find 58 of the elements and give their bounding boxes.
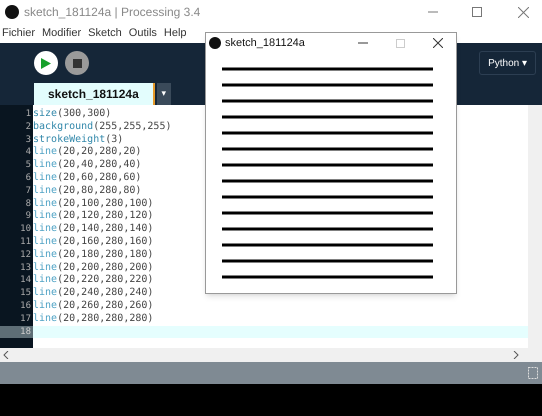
line-number: 11 [19, 236, 32, 249]
close-icon[interactable] [433, 38, 443, 48]
line-number: 8 [24, 198, 32, 210]
code-line: line(20,260,280,260) [33, 300, 154, 313]
code-line: line(20,120,280,120) [33, 210, 154, 223]
console-icon[interactable] [528, 367, 538, 379]
line-number: 16 [19, 300, 32, 313]
run-button[interactable] [34, 51, 58, 75]
scroll-left-icon[interactable] [3, 351, 9, 359]
play-icon [41, 58, 51, 68]
code-line: strokeWeight(3) [33, 134, 124, 146]
menu-item[interactable]: Sketch [88, 25, 122, 42]
code-line: line(20,80,280,80) [33, 184, 142, 198]
code-line: line(20,140,280,140) [33, 223, 154, 236]
vertical-scrollbar[interactable] [528, 105, 542, 348]
code-line: size(300,300) [33, 108, 112, 121]
maximize-icon[interactable] [472, 7, 482, 17]
line-number: 14 [19, 274, 32, 288]
code-line: line(20,20,280,20) [33, 146, 142, 159]
horizontal-scrollbar[interactable] [0, 348, 542, 362]
code-line: line(20,240,280,240) [33, 287, 154, 300]
line-number: 17 [19, 312, 32, 326]
code-line: line(20,180,280,180) [33, 248, 154, 262]
line-number: 4 [24, 146, 32, 160]
mode-button[interactable]: Python ▾ [479, 51, 536, 75]
app-logo-icon [5, 5, 19, 19]
tab-menu-button[interactable]: ▾ [156, 83, 171, 105]
line-number: 15 [19, 287, 32, 300]
line-number: 5 [24, 159, 32, 172]
stop-icon [72, 58, 82, 68]
sketch-logo-icon [209, 37, 221, 49]
sketch-window-title: sketch_181124a [225, 36, 305, 51]
line-number: 10 [19, 223, 32, 236]
code-line: line(20,160,280,160) [33, 236, 154, 249]
menu-item[interactable]: Help [164, 25, 187, 42]
code-line: line(20,40,280,40) [33, 159, 142, 172]
code-line: line(20,200,280,200) [33, 262, 154, 274]
code-line: line(20,220,280,220) [33, 274, 154, 287]
menu-item[interactable]: Modifier [42, 25, 82, 42]
line-number: 13 [19, 262, 32, 274]
code-line: line(20,60,280,60) [33, 172, 142, 185]
menu-item[interactable]: Fichier [2, 25, 36, 42]
line-number: 12 [19, 248, 32, 262]
line-number: 18 [0, 326, 33, 338]
line-number: 9 [24, 210, 32, 224]
code-line: line(20,280,280,280) [33, 312, 154, 326]
code-line: background(255,255,255) [33, 120, 172, 134]
line-number: 2 [24, 120, 32, 134]
line-number: 6 [24, 172, 32, 185]
line-number: 7 [24, 184, 32, 198]
code-line: line(20,100,280,100) [33, 198, 154, 210]
scroll-right-icon[interactable] [513, 351, 519, 359]
line-number: 3 [24, 134, 32, 146]
stop-button[interactable] [65, 51, 89, 75]
editor-tab[interactable]: sketch_181124a [34, 83, 155, 105]
line-number: 1 [24, 108, 32, 121]
window-title: sketch_181124a | Processing 3.4 [24, 4, 200, 21]
menu-item[interactable]: Outils [128, 25, 157, 42]
